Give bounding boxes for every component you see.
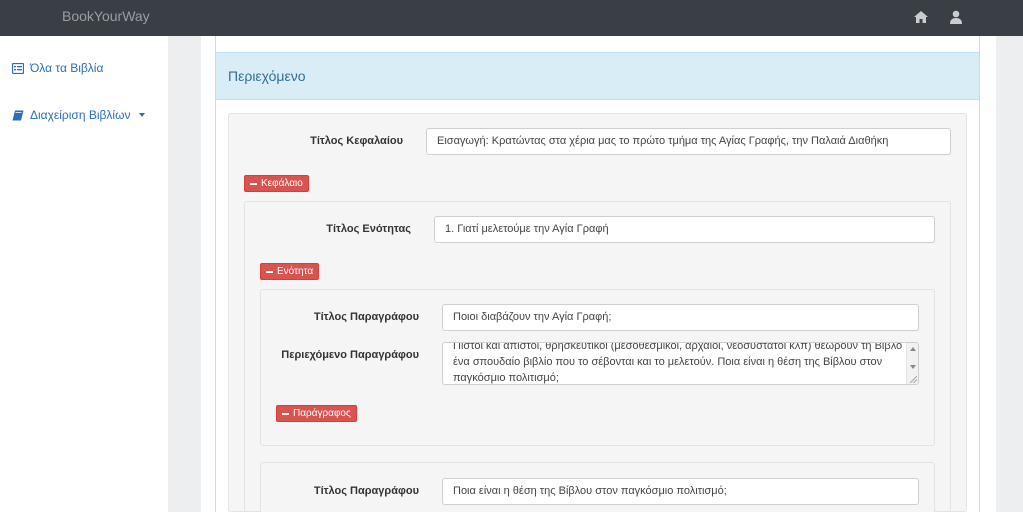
- paragraph-title-label: Τίτλος Παραγράφου: [313, 311, 419, 323]
- paragraph-title-input[interactable]: Ποια είναι η θέση της Βίβλου στον παγκόσ…: [442, 478, 919, 505]
- sidebar-item-label: Διαχείριση Βιβλίων: [30, 108, 131, 122]
- textarea-line: ένα σπουδαίο βιβλίο που το σέβονται και …: [453, 356, 883, 368]
- remove-chapter-label: Κεφάλαιο: [261, 178, 303, 189]
- minus-icon: [282, 412, 289, 415]
- minus-icon: [266, 270, 273, 273]
- textarea-line: Πιστοί και άπιστοί, θρησκευτικοί (μεσοθε…: [453, 342, 903, 352]
- remove-chapter-button[interactable]: Κεφάλαιο: [244, 175, 309, 192]
- remove-section-label: Ενότητα: [277, 266, 314, 277]
- sidebar-item-manage-books[interactable]: Διαχείριση Βιβλίων: [12, 108, 146, 122]
- section-title-input[interactable]: 1. Γιατί μελετούμε την Αγία Γραφή: [434, 216, 935, 243]
- section-title-label: Τίτλος Ενότητας: [326, 223, 411, 235]
- brand-logo[interactable]: BookYourWay: [62, 8, 150, 24]
- paragraph-content-label: Περιεχόμενο Παραγράφου: [281, 349, 419, 361]
- top-navbar: BookYourWay: [0, 0, 1023, 36]
- panel-title: Περιεχόμενο: [228, 68, 306, 84]
- minus-icon: [250, 182, 257, 185]
- textarea-line: παγκόσμιο πολιτισμό;: [453, 372, 559, 384]
- remove-paragraph-button[interactable]: Παράγραφος: [276, 405, 357, 422]
- textarea-text: Πιστοί και άπιστοί, θρησκευτικοί (μεσοθε…: [453, 342, 908, 384]
- resize-handle-icon[interactable]: [910, 376, 917, 383]
- sidebar-item-all-books[interactable]: Όλα τα Βιβλία: [12, 61, 103, 75]
- sidebar-item-label: Όλα τα Βιβλία: [30, 61, 104, 75]
- list-alt-icon: [12, 62, 24, 74]
- remove-paragraph-label: Παράγραφος: [293, 408, 351, 419]
- remove-section-button[interactable]: Ενότητα: [260, 263, 320, 280]
- chapter-title-input[interactable]: Εισαγωγή: Κρατώντας στα χέρια μας το πρώ…: [426, 128, 951, 155]
- paragraph-content-textarea[interactable]: Πιστοί και άπιστοί, θρησκευτικοί (μεσοθε…: [442, 342, 919, 385]
- paragraph-title-label: Τίτλος Παραγράφου: [313, 485, 419, 497]
- chevron-down-icon: [139, 113, 146, 117]
- chapter-title-label: Τίτλος Κεφαλαίου: [310, 135, 403, 147]
- scroll-up-icon[interactable]: [910, 347, 916, 351]
- sidebar: Όλα τα Βιβλία Διαχείριση Βιβλίων: [0, 36, 168, 512]
- panel-heading: [216, 53, 979, 100]
- paragraph-title-input[interactable]: Ποιοι διαβάζουν την Αγία Γραφή;: [442, 304, 919, 331]
- book-icon: [12, 110, 24, 121]
- content-gutter-right: [996, 36, 1023, 512]
- scroll-down-icon[interactable]: [910, 365, 916, 369]
- home-icon[interactable]: [913, 9, 929, 25]
- content-gutter-left: [168, 36, 201, 512]
- user-icon[interactable]: [948, 9, 964, 25]
